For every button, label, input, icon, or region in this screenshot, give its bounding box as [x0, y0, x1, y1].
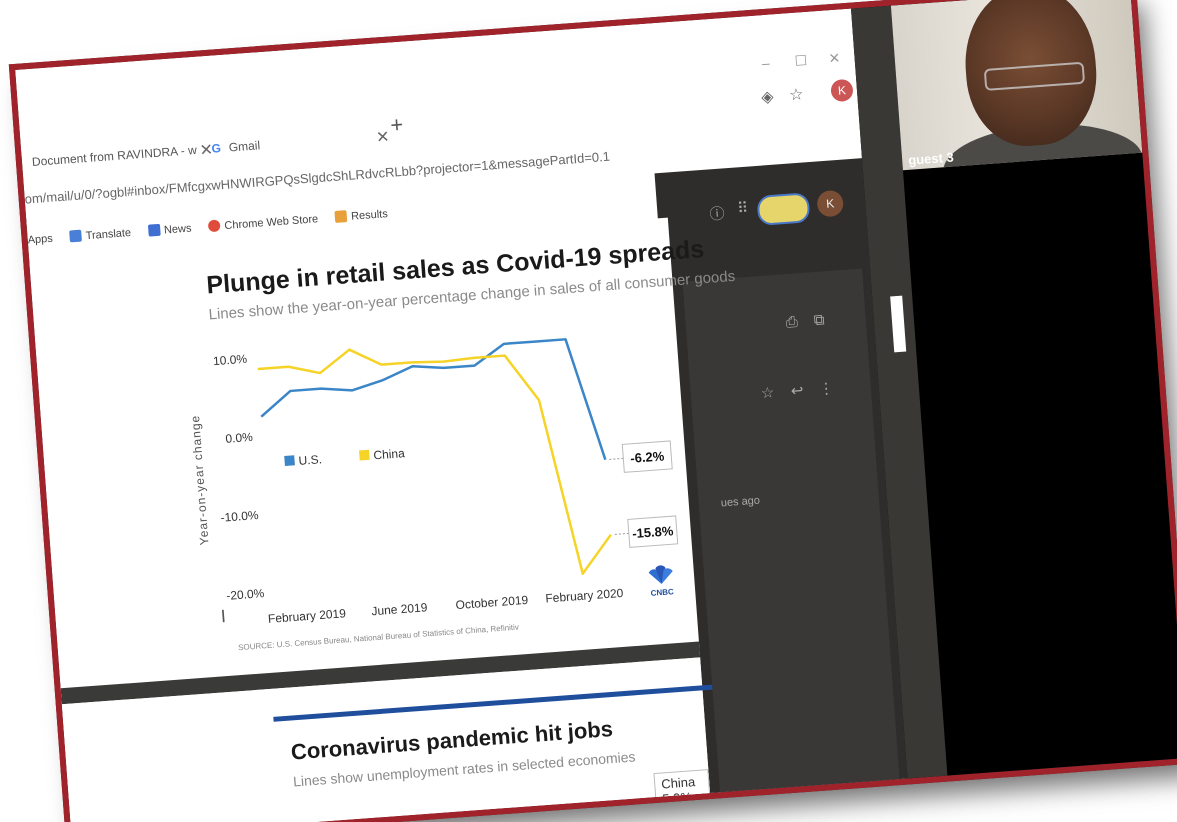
retail-sales-chart: 10.0% 0.0% -10.0% -20.0% Year-on-year change… — [188, 338, 679, 626]
y-tick-label: 0.0% — [225, 430, 254, 446]
reply-icon[interactable]: ↩ — [790, 381, 804, 400]
accent-bar — [273, 684, 713, 722]
legend-swatch — [359, 449, 370, 461]
tab-document[interactable]: Document from RAVINDRA - w — [32, 143, 198, 169]
tab-gmail-label: Gmail — [228, 138, 261, 155]
bookmark-cws-label: Chrome Web Store — [224, 213, 319, 233]
org-logo — [756, 192, 811, 226]
video-call-panel: guest 3 — [850, 0, 1177, 779]
tab-strip: Document from RAVINDRA - w ✕ G Gmail ✕ + … — [15, 8, 868, 169]
svg-text:CNBC: CNBC — [650, 587, 674, 598]
tab-gmail[interactable]: G Gmail — [211, 138, 261, 156]
end-label-leader — [609, 457, 624, 460]
star-icon[interactable]: ☆ — [760, 383, 775, 402]
translate-icon — [69, 229, 83, 243]
gmail-avatar[interactable]: K — [816, 189, 845, 218]
browser-window: Document from RAVINDRA - w ✕ G Gmail ✕ + … — [15, 8, 910, 822]
end-label-leader — [614, 532, 629, 535]
y-tick-label: -20.0% — [226, 586, 265, 603]
open-in-new-icon[interactable]: ⧉ — [813, 311, 825, 329]
bookmark-translate[interactable]: Translate — [69, 226, 132, 243]
y-axis-label: Year-on-year change — [188, 414, 212, 545]
bookmark-news-label: News — [163, 222, 192, 237]
news-icon — [147, 223, 161, 237]
photographed-screen: Document from RAVINDRA - w ✕ G Gmail ✕ + … — [8, 0, 1177, 822]
bookmark-results-label: Results — [350, 208, 389, 223]
chrome-icon — [207, 219, 221, 233]
star-icon[interactable]: ☆ — [788, 84, 805, 105]
end-label-value: -15.8% — [632, 523, 675, 541]
y-tick-label: 10.0% — [213, 352, 248, 368]
google-icon: G — [211, 141, 222, 156]
x-tick-label: June 2019 — [371, 600, 428, 618]
bookmark-news[interactable]: News — [147, 222, 192, 238]
screenshot-stage: Document from RAVINDRA - w ✕ G Gmail ✕ + … — [0, 0, 1177, 822]
message-time: ues ago — [720, 494, 761, 510]
new-tab-icon[interactable]: + — [389, 112, 404, 139]
gmail-message-panel: ⎙ ⧉ ues ago ☆ ↩ ⋮ — [682, 268, 900, 793]
print-icon[interactable]: ⎙ — [785, 313, 798, 331]
legend-swatch — [284, 455, 295, 466]
bookmark-translate-label: Translate — [85, 226, 132, 243]
results-icon — [334, 210, 348, 223]
window-close-icon[interactable]: ✕ — [828, 50, 841, 68]
bookmark-results[interactable]: Results — [334, 208, 389, 224]
y-tick-label: -10.0% — [220, 508, 259, 525]
x-tick-label: October 2019 — [455, 593, 529, 612]
legend-label: China — [373, 446, 406, 462]
close-icon[interactable]: ✕ — [375, 127, 391, 148]
legend-label: U.S. — [298, 452, 322, 468]
scroll-indicator — [890, 295, 907, 353]
bookmark-chrome-web-store[interactable]: Chrome Web Store — [207, 213, 319, 233]
bookmark-apps[interactable]: Apps — [27, 233, 53, 247]
more-icon[interactable]: ⋮ — [818, 379, 834, 398]
x-tick-label: February 2019 — [267, 606, 346, 626]
end-label-value: -6.2% — [630, 448, 665, 465]
x-tick-label: February 2020 — [545, 586, 624, 606]
help-icon[interactable]: ⓘ — [709, 202, 726, 224]
minimize-icon[interactable]: – — [761, 55, 770, 72]
chart2-end-label: China 5.9% — [653, 769, 712, 812]
extension-icon[interactable]: ◈ — [761, 87, 775, 108]
apps-grid-icon[interactable]: ⠿ — [737, 199, 749, 218]
cnbc-logo: CNBC — [648, 565, 674, 598]
participant-video: guest 3 — [890, 0, 1143, 171]
maximize-icon[interactable]: ☐ — [794, 52, 808, 70]
